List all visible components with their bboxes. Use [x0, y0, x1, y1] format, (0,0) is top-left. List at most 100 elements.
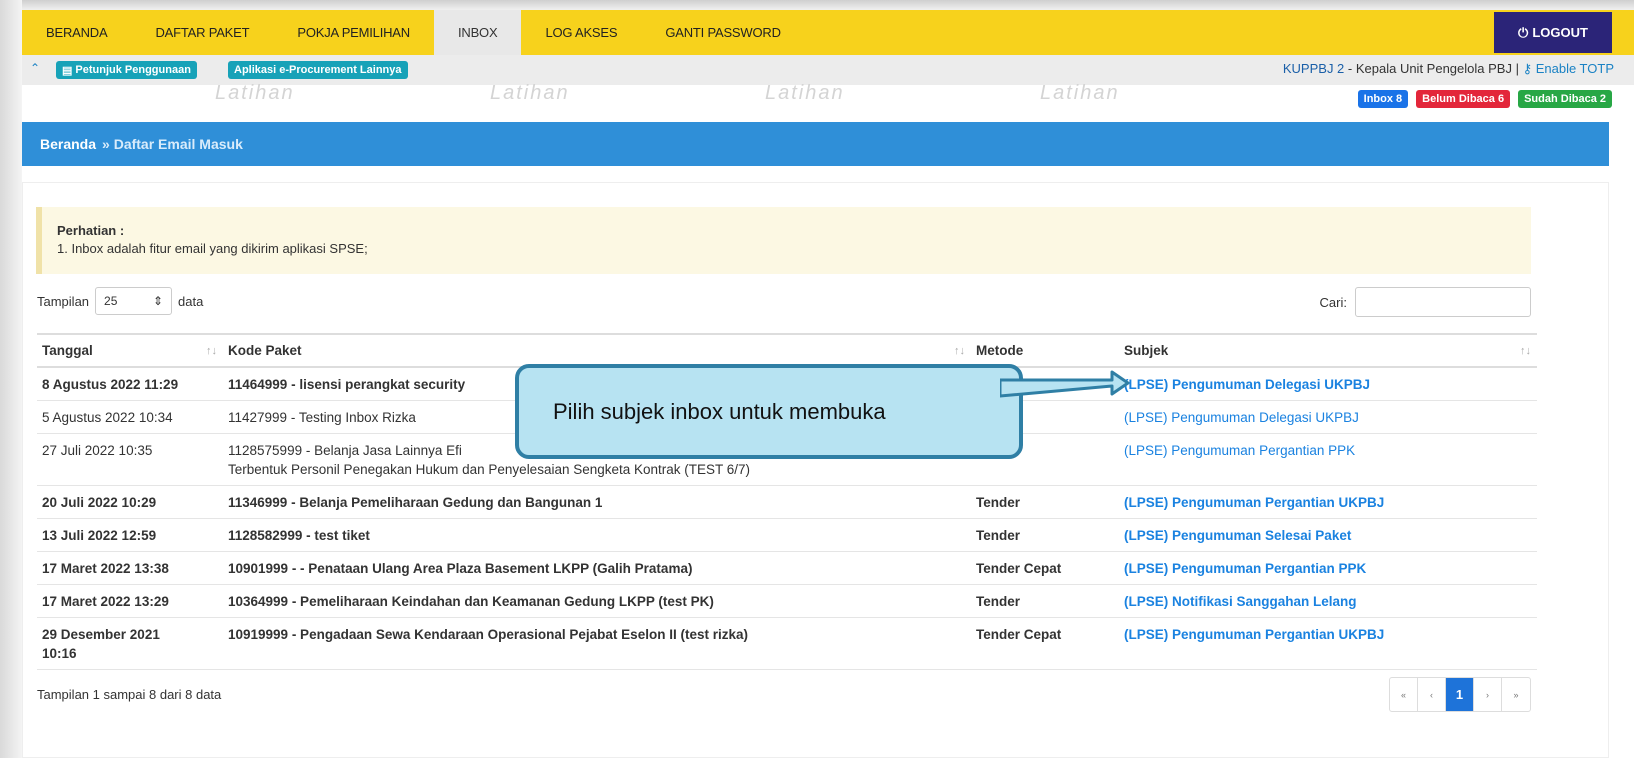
logout-label: LOGOUT: [1532, 25, 1588, 40]
breadcrumb: Beranda » Daftar Email Masuk: [22, 122, 1609, 166]
user-role: - Kepala Unit Pengelola PBJ: [1344, 61, 1512, 76]
cell-metode: Tender: [971, 485, 1119, 519]
cell-metode: Tender: [971, 518, 1119, 552]
pagination: « ‹ 1 › »: [1389, 677, 1531, 712]
cell-kode-line2: Terbentuk Personil Penegakan Hukum dan P…: [228, 462, 751, 477]
table-info: Tampilan 1 sampai 8 dari 8 data: [37, 687, 222, 702]
cell-date: 5 Agustus 2022 10:34: [37, 400, 223, 434]
sort-icon: ↑↓: [1520, 345, 1531, 357]
column-header-subjek[interactable]: Subjek ↑↓: [1119, 333, 1537, 368]
browser-frame: BERANDA DAFTAR PAKET POKJA PEMILIHAN INB…: [0, 0, 1634, 758]
cell-kode: 10364999 - Pemeliharaan Keindahan dan Ke…: [223, 584, 971, 618]
cell-metode: Tender Cepat: [971, 551, 1119, 585]
cell-date: 29 Desember 2021 10:16: [37, 617, 223, 670]
search-control: Cari:: [1320, 287, 1531, 317]
length-suffix: data: [178, 293, 204, 309]
notice-title: Perhatian :: [57, 223, 125, 238]
pager-prev-button[interactable]: ‹: [1418, 678, 1446, 711]
callout-arrow-icon: [1000, 370, 1130, 398]
logout-button[interactable]: ⏻ LOGOUT: [1494, 12, 1612, 53]
watermark: Latihan: [490, 82, 570, 104]
subject-link[interactable]: (LPSE) Notifikasi Sanggahan Lelang: [1119, 584, 1537, 618]
subject-link[interactable]: (LPSE) Pengumuman Delegasi UKPBJ: [1119, 400, 1537, 434]
nav-daftar-paket[interactable]: DAFTAR PAKET: [131, 10, 273, 55]
table-row: 13 Juli 2022 12:59 1128582999 - test tik…: [37, 518, 1537, 552]
sort-icon: ↑↓: [206, 345, 217, 357]
column-header-metode[interactable]: Metode: [971, 333, 1119, 368]
nav-beranda[interactable]: BERANDA: [22, 10, 131, 55]
length-prefix: Tampilan: [37, 293, 90, 309]
subject-link[interactable]: (LPSE) Pengumuman Pergantian PPK: [1119, 433, 1537, 486]
nav-ganti-password[interactable]: GANTI PASSWORD: [641, 10, 804, 55]
updown-icon: ⇕: [152, 294, 164, 308]
cell-date: 17 Maret 2022 13:29: [37, 584, 223, 618]
watermark: Latihan: [765, 82, 845, 104]
apps-button[interactable]: Aplikasi e-Procurement Lainnya: [228, 61, 408, 79]
notice-box: Perhatian : 1. Inbox adalah fitur email …: [36, 207, 1531, 274]
cell-date: 17 Maret 2022 13:38: [37, 551, 223, 585]
frame-top-edge: [0, 0, 1634, 10]
nav-inbox[interactable]: INBOX: [433, 10, 522, 55]
user-info: KUPPBJ 2 - Kepala Unit Pengelola PBJ | ⚷…: [1283, 61, 1614, 77]
subject-link[interactable]: (LPSE) Pengumuman Pergantian PPK: [1119, 551, 1537, 585]
nav-log-akses[interactable]: LOG AKSES: [521, 10, 641, 55]
breadcrumb-home[interactable]: Beranda: [40, 136, 96, 152]
watermark: Latihan: [215, 82, 295, 104]
cell-kode: 10919999 - Pengadaan Sewa Kendaraan Oper…: [223, 617, 971, 670]
totp-label: Enable TOTP: [1535, 61, 1614, 76]
sort-icon: ↑↓: [954, 345, 965, 357]
table-row: 20 Juli 2022 10:29 11346999 - Belanja Pe…: [37, 485, 1537, 519]
collapse-chevron-icon[interactable]: ⌃: [30, 61, 40, 75]
nav-pokja-pemilihan[interactable]: POKJA PEMILIHAN: [273, 10, 434, 55]
sub-toolbar: ⌃ ▤ Petunjuk Penggunaan Aplikasi e-Procu…: [22, 55, 1634, 85]
tutorial-callout: Pilih subjek inbox untuk membuka: [515, 364, 1023, 459]
cell-date: 8 Agustus 2022 11:29: [37, 367, 223, 401]
page-length-select[interactable]: 25 ⇕: [95, 287, 173, 315]
power-icon: ⏻: [1518, 24, 1529, 40]
frame-left-edge: [0, 0, 22, 758]
subject-link[interactable]: (LPSE) Pengumuman Pergantian UKPBJ: [1119, 617, 1537, 670]
totp-link[interactable]: ⚷ Enable TOTP: [1523, 61, 1614, 76]
column-header-kode-paket[interactable]: Kode Paket ↑↓: [223, 333, 971, 368]
help-button[interactable]: ▤ Petunjuk Penggunaan: [56, 61, 197, 79]
cell-date: 27 Juli 2022 10:35: [37, 433, 223, 486]
cell-kode: 1128582999 - test tiket: [223, 518, 971, 552]
user-name: KUPPBJ 2: [1282, 61, 1345, 76]
page-length-control: Tampilan 25 ⇕ data: [37, 287, 203, 315]
watermark: Latihan: [1040, 82, 1120, 104]
page-length-value: 25: [104, 294, 118, 308]
book-icon: ▤: [62, 64, 73, 77]
subject-link[interactable]: (LPSE) Pengumuman Pergantian UKPBJ: [1119, 485, 1537, 519]
cell-metode: Tender Cepat: [971, 617, 1119, 670]
callout-text: Pilih subjek inbox untuk membuka: [553, 398, 886, 424]
table-header-row: Tanggal ↑↓ Kode Paket ↑↓ Metode Subjek ↑↓: [37, 333, 1537, 368]
subject-link[interactable]: (LPSE) Pengumuman Delegasi UKPBJ: [1119, 367, 1537, 401]
cell-date: 13 Juli 2022 12:59: [37, 518, 223, 552]
subject-link[interactable]: (LPSE) Pengumuman Selesai Paket: [1119, 518, 1537, 552]
read-count-badge[interactable]: Sudah Dibaca 2: [1518, 90, 1612, 108]
cell-date-line1: 29 Desember 2021: [42, 627, 160, 642]
table-row: 17 Maret 2022 13:38 10901999 - - Penataa…: [37, 551, 1537, 585]
unread-count-badge[interactable]: Belum Dibaca 6: [1416, 90, 1511, 108]
pager-last-button[interactable]: »: [1502, 678, 1530, 711]
key-icon: ⚷: [1522, 61, 1536, 76]
column-header-tanggal[interactable]: Tanggal ↑↓: [37, 333, 223, 368]
breadcrumb-current: » Daftar Email Masuk: [102, 136, 243, 152]
pager-page-1[interactable]: 1: [1446, 678, 1474, 711]
pager-next-button[interactable]: ›: [1474, 678, 1502, 711]
top-navigation: BERANDA DAFTAR PAKET POKJA PEMILIHAN INB…: [22, 10, 1634, 55]
cell-kode: 11346999 - Belanja Pemeliharaan Gedung d…: [223, 485, 971, 519]
notice-text: 1. Inbox adalah fitur email yang dikirim…: [57, 241, 368, 256]
cell-date-line2: 10:16: [42, 646, 77, 661]
cell-date: 20 Juli 2022 10:29: [37, 485, 223, 519]
table-row: 29 Desember 2021 10:16 10919999 - Pengada…: [37, 617, 1537, 670]
cell-kode: 10901999 - - Penataan Ulang Area Plaza B…: [223, 551, 971, 585]
apps-label: Aplikasi e-Procurement Lainnya: [234, 64, 402, 76]
pager-first-button[interactable]: «: [1390, 678, 1418, 711]
table-row: 17 Maret 2022 13:29 10364999 - Pemelihar…: [37, 584, 1537, 618]
search-label: Cari:: [1319, 294, 1347, 310]
inbox-badges: Inbox 8 Belum Dibaca 6 Sudah Dibaca 2: [1357, 90, 1612, 108]
inbox-count-badge[interactable]: Inbox 8: [1357, 90, 1409, 108]
search-input[interactable]: [1355, 287, 1531, 317]
help-label: Petunjuk Penggunaan: [75, 64, 191, 76]
